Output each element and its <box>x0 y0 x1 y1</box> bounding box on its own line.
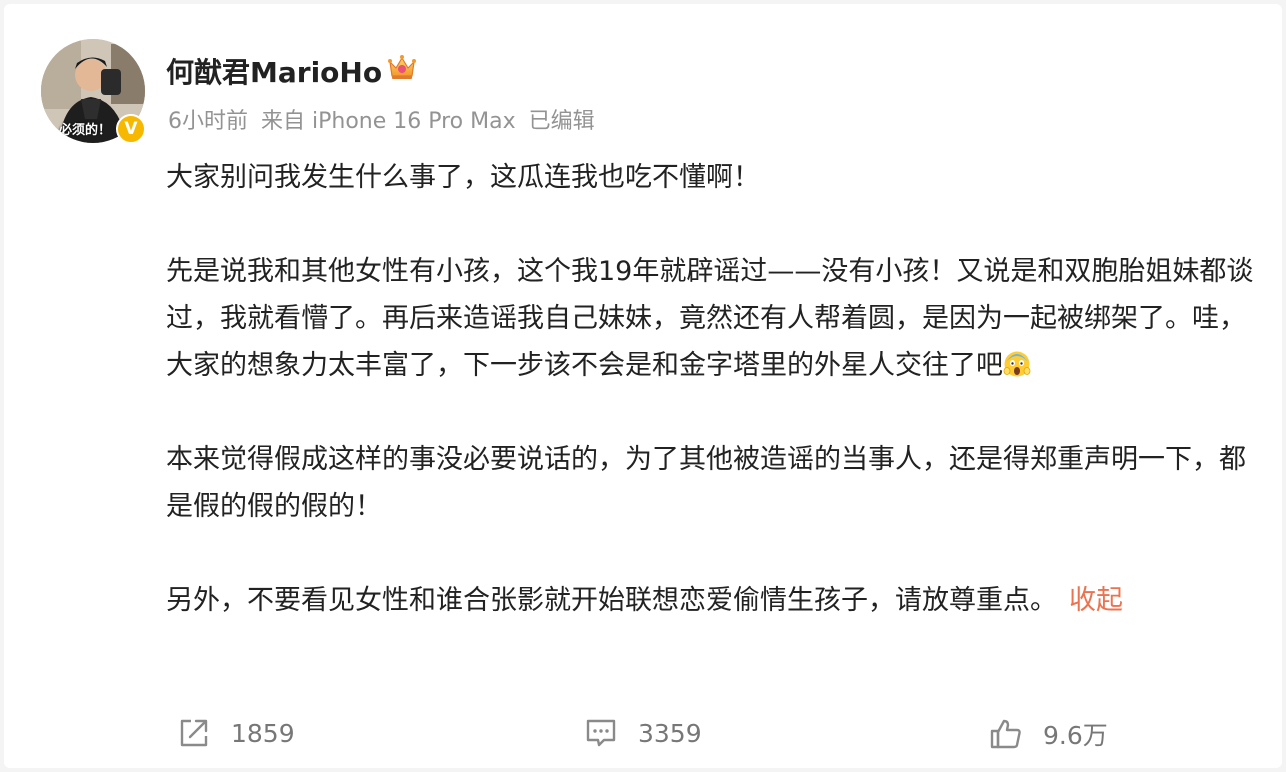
like-button[interactable]: 9.6万 <box>989 716 1108 752</box>
paragraph-3: 本来觉得假成这样的事没必要说话的，为了其他被造谣的当事人，还是得郑重声明一下，都… <box>166 444 1246 522</box>
paragraph-2: 先是说我和其他女性有小孩，这个我19年就辟谣过——没有小孩！又说是和双胞胎姐妹都… <box>166 248 1256 389</box>
post-source: 来自 iPhone 16 Pro Max <box>261 109 516 134</box>
thumbs-up-icon <box>990 719 1021 749</box>
weibo-post-card: 必须的！ V 何猷君MarioHo 6小时前 来自 iPhone 16 Pro … <box>4 4 1282 768</box>
post-time[interactable]: 6小时前 <box>168 109 248 134</box>
edited-label[interactable]: 已编辑 <box>529 109 595 134</box>
comment-count: 3359 <box>638 718 702 748</box>
author-name[interactable]: 何猷君MarioHo <box>166 51 382 91</box>
repost-count: 1859 <box>231 718 295 748</box>
post-actions-bar: 1859 3359 9.6万 <box>4 710 1282 760</box>
like-count: 9.6万 <box>1043 721 1108 750</box>
paragraph-4-text: 另外，不要看见女性和谁合张影就开始联想恋爱偷情生孩子，请放尊重点。 <box>166 585 1057 616</box>
avatar-caption: 必须的！ <box>59 123 112 138</box>
paragraph-4: 另外，不要看见女性和谁合张影就开始联想恋爱偷情生孩子，请放尊重点。 收起 <box>166 577 1256 624</box>
repost-button[interactable]: 1859 <box>177 716 295 750</box>
post-meta: 6小时前 来自 iPhone 16 Pro Max 已编辑 <box>168 103 601 135</box>
scream-emoji-icon <box>1003 351 1031 377</box>
collapse-link[interactable]: 收起 <box>1069 585 1123 616</box>
comment-button[interactable]: 3359 <box>584 716 702 750</box>
crown-icon[interactable] <box>386 51 418 83</box>
paragraph-2-text: 先是说我和其他女性有小孩，这个我19年就辟谣过——没有小孩！又说是和双胞胎姐妹都… <box>166 256 1254 381</box>
comment-icon <box>586 719 616 747</box>
repost-icon <box>180 719 208 747</box>
verified-badge-icon: V <box>116 114 146 144</box>
paragraph-1: 大家别问我发生什么事了，这瓜连我也吃不懂啊！ <box>166 162 760 193</box>
post-content: 大家别问我发生什么事了，这瓜连我也吃不懂啊！ 先是说我和其他女性有小孩，这个我1… <box>166 154 1256 624</box>
